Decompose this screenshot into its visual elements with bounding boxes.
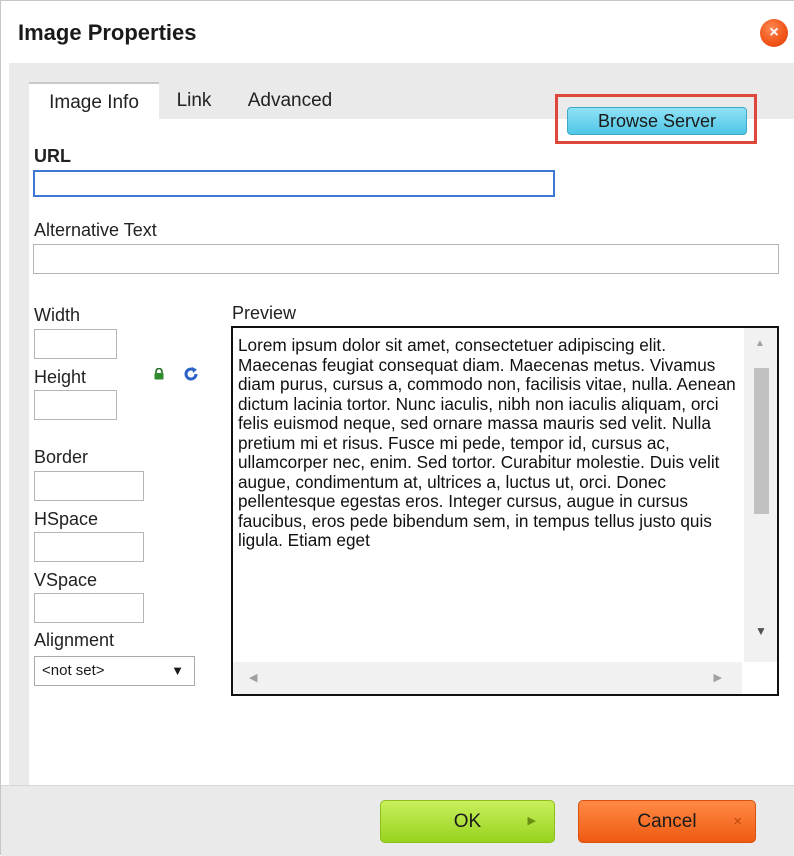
height-label: Height [34, 367, 87, 387]
dialog-titlebar[interactable]: Image Properties × [1, 1, 794, 63]
ok-label: OK [453, 811, 482, 832]
scroll-left-icon[interactable]: ◀ [249, 671, 257, 684]
close-icon[interactable]: × [760, 19, 788, 47]
url-label: URL [34, 146, 71, 166]
scroll-up-icon[interactable]: ▲ [755, 338, 765, 349]
hspace-input[interactable] [34, 532, 144, 562]
preview-box: Lorem ipsum dolor sit amet, consectetuer… [231, 326, 779, 696]
tab-advanced[interactable]: Advanced [234, 82, 346, 119]
width-label: Width [34, 305, 81, 325]
border-input[interactable] [34, 471, 144, 501]
image-properties-dialog: Image Properties × Image Info Link Advan… [0, 0, 794, 856]
width-input[interactable] [34, 329, 117, 359]
vertical-scroll-thumb[interactable] [754, 368, 769, 514]
cancel-label: Cancel [637, 811, 697, 832]
alt-text-label: Alternative Text [34, 220, 157, 240]
alignment-label: Alignment [34, 630, 115, 650]
browse-server-button[interactable]: Browse Server [567, 107, 747, 135]
chevron-down-icon: ▼ [171, 663, 184, 678]
alignment-selected-value: <not set> [42, 662, 105, 679]
play-icon: ▶ [527, 815, 536, 827]
vspace-input[interactable] [34, 593, 144, 623]
height-input[interactable] [34, 390, 117, 420]
browse-server-highlight: Browse Server [555, 94, 757, 144]
horizontal-scrollbar[interactable]: ◀ ▶ [233, 662, 742, 694]
tab-link[interactable]: Link [167, 82, 221, 119]
vertical-scrollbar[interactable]: ▲ ▼ [744, 328, 777, 662]
hspace-label: HSpace [34, 509, 99, 529]
tab-image-info[interactable]: Image Info [29, 82, 159, 119]
preview-text: Lorem ipsum dolor sit amet, consectetuer… [238, 336, 736, 550]
alt-text-input[interactable] [33, 244, 779, 274]
border-label: Border [34, 447, 89, 467]
scroll-right-icon[interactable]: ▶ [714, 671, 722, 684]
scroll-down-icon[interactable]: ▼ [755, 624, 767, 638]
alignment-select[interactable]: <not set> ▼ [34, 656, 195, 686]
cancel-button[interactable]: Cancel × [578, 800, 756, 843]
close-icon: × [733, 813, 742, 830]
dialog-title: Image Properties [18, 20, 197, 45]
vspace-label: VSpace [34, 570, 98, 590]
url-input[interactable] [33, 170, 555, 197]
preview-label: Preview [232, 303, 297, 323]
ok-button[interactable]: OK ▶ [380, 800, 555, 843]
dialog-footer: OK ▶ Cancel × [1, 785, 794, 856]
reset-size-icon[interactable] [182, 365, 200, 383]
lock-icon[interactable] [153, 368, 165, 380]
